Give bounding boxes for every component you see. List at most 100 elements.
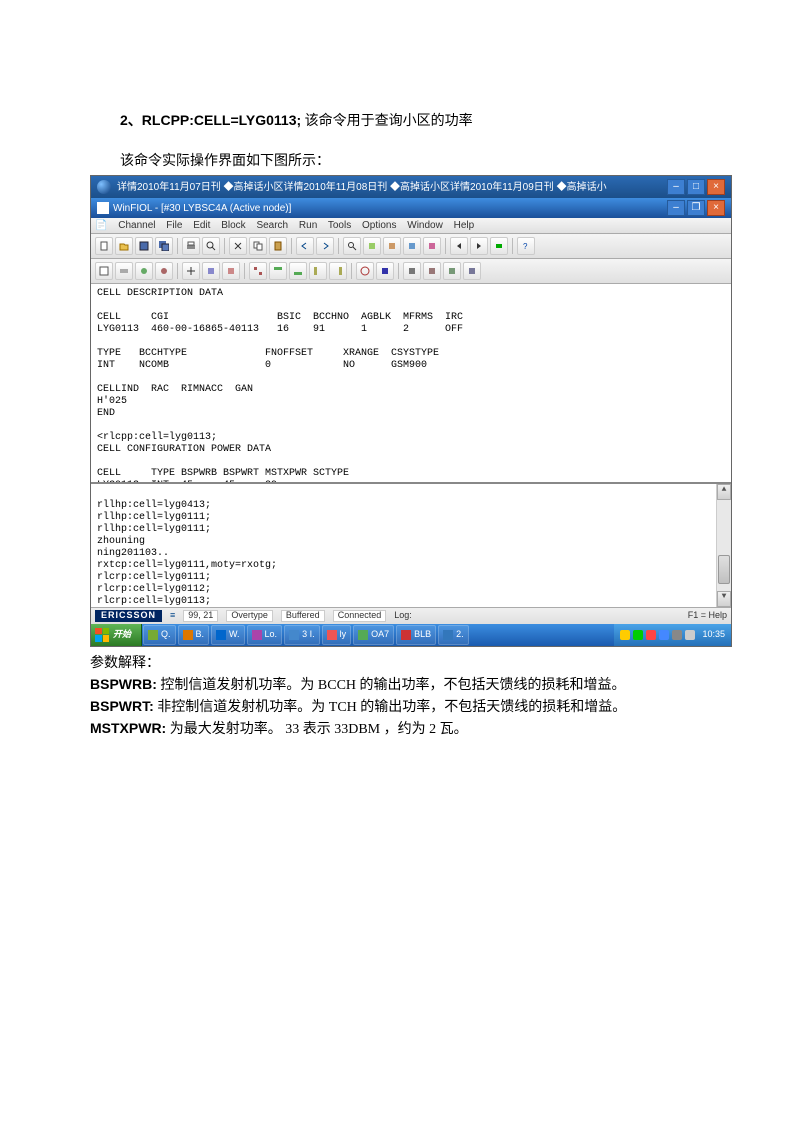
tool2-k-icon[interactable]	[309, 262, 327, 280]
taskbar-item[interactable]: B.	[178, 625, 210, 645]
run-forward-icon[interactable]	[470, 237, 488, 255]
menu-block[interactable]: Block	[221, 220, 245, 231]
child-close-button[interactable]: ×	[707, 200, 725, 216]
cut-icon[interactable]	[229, 237, 247, 255]
tool2-o-icon[interactable]	[403, 262, 421, 280]
winfiol-toolbar-1: ?	[91, 234, 731, 259]
tray-icon[interactable]	[646, 630, 656, 640]
ericsson-logo: ERICSSON	[95, 610, 162, 622]
tool2-m-icon[interactable]	[356, 262, 374, 280]
taskbar-item[interactable]: 2.	[438, 625, 469, 645]
app-control-icon[interactable]: 📄	[95, 220, 107, 231]
tray-icon[interactable]	[672, 630, 682, 640]
taskbar-item[interactable]: OA7	[353, 625, 394, 645]
param-row: BSPWRB: 控制信道发射机功率。为 BCCH 的输出功率，不包括天馈线的损耗…	[90, 674, 710, 696]
child-minimize-button[interactable]: –	[667, 200, 685, 216]
child-restore-button[interactable]: ❐	[687, 200, 705, 216]
winfiol-app-icon	[97, 202, 109, 214]
tool-c-icon[interactable]	[403, 237, 421, 255]
tool2-h-icon[interactable]	[249, 262, 267, 280]
intro-text: 该命令实际操作界面如下图所示：	[120, 150, 710, 170]
tool2-j-icon[interactable]	[289, 262, 307, 280]
tool2-e-icon[interactable]	[182, 262, 200, 280]
scroll-down-icon[interactable]: ▼	[717, 591, 731, 607]
tool2-a-icon[interactable]	[95, 262, 113, 280]
paste-icon[interactable]	[269, 237, 287, 255]
tool2-n-icon[interactable]	[376, 262, 394, 280]
menu-edit[interactable]: Edit	[193, 220, 210, 231]
param-desc: 控制信道发射机功率。为 BCCH 的输出功率，不包括天馈线的损耗和增益。	[157, 678, 626, 693]
history-line: rllhp:cell=lyg0111;	[97, 524, 211, 535]
tool2-d-icon[interactable]	[155, 262, 173, 280]
browser-tab-bar: 详情2010年11月07日刊 ◆高掉话小区详情2010年11月08日刊 ◆高掉话…	[91, 176, 731, 198]
tool-a-icon[interactable]	[363, 237, 381, 255]
print-icon[interactable]	[182, 237, 200, 255]
menu-run[interactable]: Run	[299, 220, 317, 231]
window-minimize-button[interactable]: –	[667, 179, 685, 195]
heading-number: 2、	[120, 112, 142, 128]
window-close-button[interactable]: ×	[707, 179, 725, 195]
winfiol-toolbar-2	[91, 259, 731, 284]
tray-icon[interactable]	[685, 630, 695, 640]
tool2-r-icon[interactable]	[463, 262, 481, 280]
tool-b-icon[interactable]	[383, 237, 401, 255]
history-line: rxtcp:cell=lyg0111,moty=rxotg;	[97, 560, 277, 571]
tool2-g-icon[interactable]	[222, 262, 240, 280]
run-back-icon[interactable]	[450, 237, 468, 255]
menu-file[interactable]: File	[166, 220, 182, 231]
scroll-up-icon[interactable]: ▲	[717, 484, 731, 500]
start-button[interactable]: 开始	[91, 624, 142, 646]
tool-d-icon[interactable]	[423, 237, 441, 255]
terminal-output-text: CELL DESCRIPTION DATA CELL CGI BSIC BCCH…	[97, 288, 463, 484]
tray-icon[interactable]	[659, 630, 669, 640]
scroll-thumb[interactable]	[718, 555, 730, 584]
menu-window[interactable]: Window	[407, 220, 443, 231]
save-all-icon[interactable]	[155, 237, 173, 255]
terminal-output-pane[interactable]: CELL DESCRIPTION DATA CELL CGI BSIC BCCH…	[91, 284, 731, 484]
tool2-l-icon[interactable]	[329, 262, 347, 280]
windows-logo-icon	[95, 628, 109, 642]
status-overtype: Overtype	[226, 610, 273, 622]
taskbar-item[interactable]: BLB	[396, 625, 436, 645]
menu-search[interactable]: Search	[256, 220, 288, 231]
status-connected: Connected	[333, 610, 387, 622]
taskbar-item[interactable]: Lo.	[247, 625, 283, 645]
run-icon[interactable]	[490, 237, 508, 255]
terminal-input-pane[interactable]: rllhp:cell=lyg0413; rllhp:cell=lyg0111; …	[91, 484, 731, 607]
tool2-c-icon[interactable]	[135, 262, 153, 280]
new-icon[interactable]	[95, 237, 113, 255]
tray-icon[interactable]	[620, 630, 630, 640]
open-icon[interactable]	[115, 237, 133, 255]
menu-help[interactable]: Help	[454, 220, 475, 231]
taskbar-item[interactable]: W.	[211, 625, 245, 645]
undo-icon[interactable]	[296, 237, 314, 255]
taskbar-item[interactable]: 3 I.	[284, 625, 320, 645]
menu-options[interactable]: Options	[362, 220, 396, 231]
heading-command: RLCPP:CELL=LYG0113;	[142, 112, 301, 128]
tool2-p-icon[interactable]	[423, 262, 441, 280]
tool2-q-icon[interactable]	[443, 262, 461, 280]
redo-icon[interactable]	[316, 237, 334, 255]
status-ericsson-icon: ≡	[170, 611, 175, 621]
tray-icon[interactable]	[633, 630, 643, 640]
tool2-i-icon[interactable]	[269, 262, 287, 280]
tool2-b-icon[interactable]	[115, 262, 133, 280]
tool2-f-icon[interactable]	[202, 262, 220, 280]
taskbar-item[interactable]: Q.	[143, 625, 176, 645]
menu-tools[interactable]: Tools	[328, 220, 351, 231]
parameter-explanation-block: 参数解释： BSPWRB: 控制信道发射机功率。为 BCCH 的输出功率，不包括…	[90, 653, 710, 740]
menu-channel[interactable]: Channel	[118, 220, 155, 231]
param-row: MSTXPWR: 为最大发射功率。 33 表示 33DBM ，约为 2 瓦。	[90, 718, 710, 740]
taskbar-item[interactable]: ly	[322, 625, 352, 645]
find-icon[interactable]	[343, 237, 361, 255]
help-icon[interactable]: ?	[517, 237, 535, 255]
history-line: rlcrp:cell=lyg0113;	[97, 596, 211, 607]
preview-icon[interactable]	[202, 237, 220, 255]
param-name: MSTXPWR:	[90, 720, 166, 736]
window-maximize-button[interactable]: □	[687, 179, 705, 195]
browser-tabs-text: 详情2010年11月07日刊 ◆高掉话小区详情2010年11月08日刊 ◆高掉话…	[117, 182, 607, 193]
save-icon[interactable]	[135, 237, 153, 255]
copy-icon[interactable]	[249, 237, 267, 255]
vertical-scrollbar[interactable]: ▲ ▼	[716, 484, 731, 607]
winfiol-menu-bar: 📄 Channel File Edit Block Search Run Too…	[91, 218, 731, 234]
